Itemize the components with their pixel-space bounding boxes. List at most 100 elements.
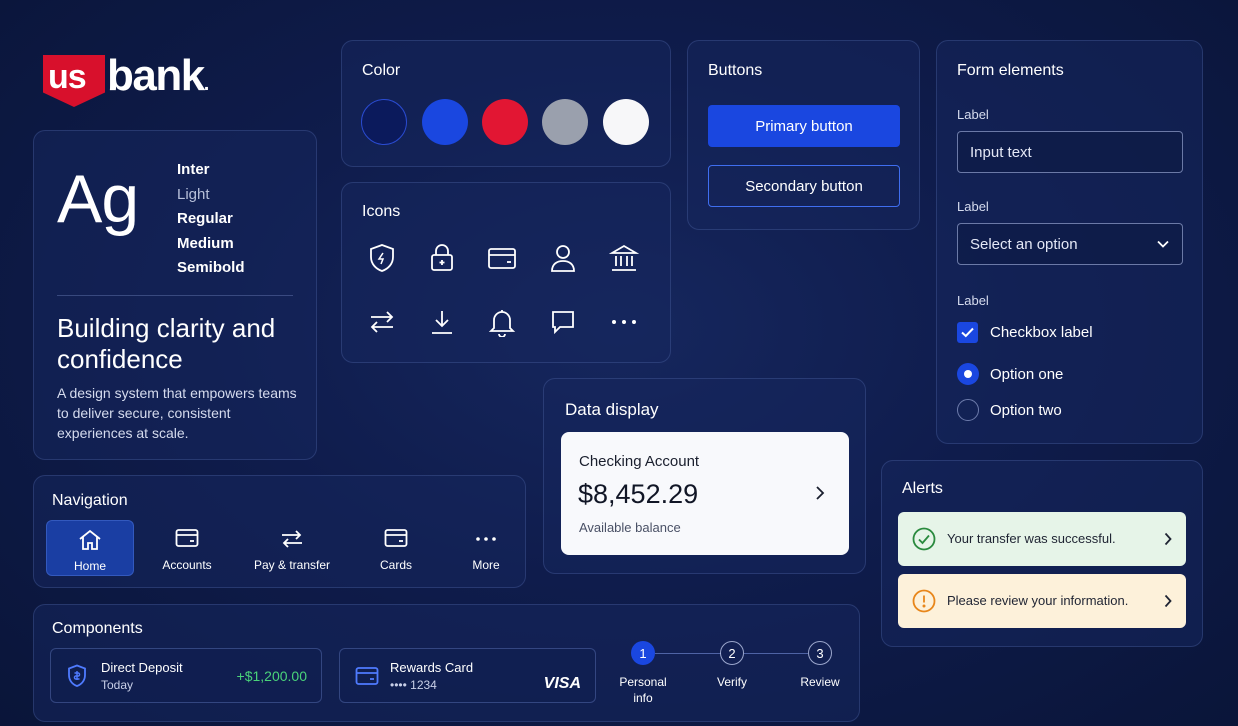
navigation-title: Navigation (52, 492, 128, 509)
logo-us-text: us (48, 58, 87, 96)
swatch-blue (422, 99, 468, 145)
shield-icon (67, 664, 87, 688)
nav-label-home: Home (73, 559, 106, 573)
direct-deposit-card[interactable]: Direct Deposit Today +$1,200.00 (50, 648, 322, 703)
usbank-logo: us bank. (43, 51, 228, 111)
alerts-title: Alerts (902, 480, 943, 497)
chat-icon (543, 302, 583, 342)
logo-us-shield: us (43, 55, 105, 107)
step-1[interactable]: 1 (631, 641, 655, 665)
check-circle-icon (912, 527, 936, 551)
chevron-right-icon (1164, 532, 1172, 546)
font-weights-list: Inter Light Regular Medium Semibold (177, 158, 245, 281)
swatch-white (603, 99, 649, 145)
step-3[interactable]: 3 (808, 641, 832, 665)
radio-option-one-label[interactable]: Option one (990, 366, 1063, 383)
download-icon (422, 302, 462, 342)
card-icon (384, 528, 408, 548)
step-2-label: Verify (716, 675, 747, 689)
icons-title: Icons (362, 203, 401, 220)
nav-item-home[interactable]: Home (46, 520, 134, 576)
rewards-title: Rewards Card (390, 660, 474, 675)
shield-icon (362, 238, 402, 278)
nav-label-accounts: Accounts (162, 558, 212, 572)
weight-semibold: Semibold (177, 259, 245, 276)
success-alert-text: Your transfer was successful. (947, 531, 1116, 546)
account-balance: $8,452.29 (578, 479, 699, 509)
typography-divider (57, 295, 293, 296)
data-display-title: Data display (565, 400, 659, 419)
nav-item-more[interactable]: More (442, 520, 530, 576)
logo-bank-word: bank (107, 51, 205, 100)
transfer-icon (280, 528, 304, 550)
home-icon (78, 529, 102, 551)
radio-option-two-label[interactable]: Option two (990, 402, 1062, 419)
swatch-gray (542, 99, 588, 145)
user-icon (543, 238, 583, 278)
step-1-label: Personal info (619, 675, 667, 705)
primary-button[interactable]: Primary button (708, 105, 900, 147)
weight-medium: Medium (177, 234, 234, 252)
nav-item-accounts[interactable]: Accounts (143, 520, 231, 576)
bank-icon (604, 238, 644, 278)
nav-label-more: More (472, 558, 500, 572)
typography-headline: Building clarity and confidence (57, 313, 276, 374)
text-input-value: Input text (970, 143, 1032, 161)
secondary-button[interactable]: Secondary button (708, 165, 900, 207)
account-name: Checking Account (579, 453, 700, 470)
step-3-label: Review (800, 675, 840, 689)
type-sample: Ag (57, 161, 139, 237)
step-2[interactable]: 2 (720, 641, 744, 665)
swatch-navy (361, 99, 407, 145)
chevron-down-icon (1156, 237, 1170, 251)
balance-label: Available balance (579, 520, 681, 535)
check-icon (961, 327, 974, 338)
account-card[interactable]: Checking Account $8,452.29 Available bal… (561, 432, 849, 555)
nav-item-pay-transfer[interactable]: Pay & transfer (248, 520, 336, 576)
stepper-line (744, 653, 808, 654)
stepper-line (655, 653, 721, 654)
components-title: Components (52, 620, 143, 637)
deposit-title: Direct Deposit (101, 660, 183, 675)
color-title: Color (362, 62, 401, 79)
card-icon (175, 528, 199, 548)
checkbox[interactable] (957, 322, 978, 343)
weight-light: Light (177, 185, 210, 203)
select-value: Select an option (970, 235, 1078, 253)
select-label: Label (957, 199, 989, 214)
card-icon (355, 666, 379, 686)
lock-icon (422, 238, 462, 278)
visa-logo: VISA (543, 675, 581, 692)
swatch-red (482, 99, 528, 145)
card-icon (482, 238, 522, 278)
deposit-amount: +$1,200.00 (236, 668, 307, 684)
deposit-date: Today (101, 678, 134, 692)
radio-option-one[interactable] (957, 363, 979, 385)
input-label: Label (957, 107, 989, 122)
weight-regular: Regular (177, 210, 233, 227)
select-dropdown[interactable]: Select an option (957, 223, 1183, 265)
warning-alert[interactable]: Please review your information. (898, 574, 1186, 628)
nav-label-cards: Cards (379, 558, 412, 572)
more-icon (604, 302, 644, 342)
buttons-title: Buttons (708, 62, 763, 79)
font-name: Inter (177, 161, 210, 178)
warning-circle-icon (912, 589, 936, 613)
form-title: Form elements (957, 62, 1064, 79)
success-alert[interactable]: Your transfer was successful. (898, 512, 1186, 566)
checkbox-label[interactable]: Checkbox label (990, 324, 1093, 341)
logo-dot: . (203, 73, 210, 95)
nav-label-pay-transfer: Pay & transfer (253, 558, 331, 572)
logo-bank-text: bank. (107, 51, 210, 101)
bell-icon (482, 302, 522, 342)
nav-item-cards[interactable]: Cards (352, 520, 440, 576)
choice-label: Label (957, 293, 989, 308)
more-icon (475, 536, 497, 542)
warning-alert-text: Please review your information. (947, 593, 1129, 608)
radio-option-two[interactable] (957, 399, 979, 421)
typography-body: A design system that empowers teams to d… (57, 385, 297, 441)
rewards-card[interactable]: Rewards Card •••• 1234 VISA (339, 648, 596, 703)
text-input[interactable]: Input text (957, 131, 1183, 173)
chevron-right-icon (815, 485, 825, 501)
card-number: •••• 1234 (390, 678, 437, 692)
